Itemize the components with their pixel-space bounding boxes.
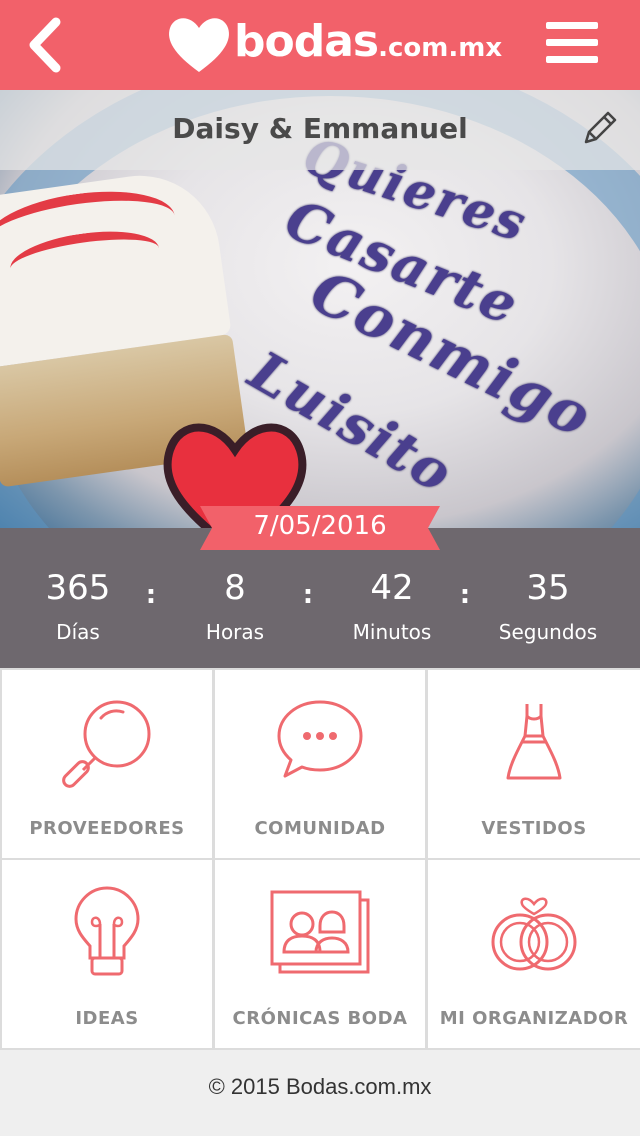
tile-label: MI ORGANIZADOR	[439, 1008, 629, 1029]
countdown-hours: 8 Horas	[205, 568, 265, 644]
tile-mi-organizador[interactable]: MI ORGANIZADOR	[428, 860, 640, 1048]
lightbulb-icon	[74, 886, 140, 976]
hamburger-menu-button[interactable]	[546, 22, 602, 66]
feature-grid: PROVEEDORES COMUNIDAD VESTIDOS IDEAS CRÓ…	[0, 668, 640, 1050]
couple-name: Daisy & Emmanuel	[172, 112, 468, 145]
rings-icon	[491, 897, 577, 971]
wedding-date-ribbon: 7/05/2016	[200, 506, 440, 550]
footer: © 2015 Bodas.com.mx	[0, 1050, 640, 1136]
countdown-separator: :	[145, 580, 157, 610]
tile-proveedores[interactable]: PROVEEDORES	[2, 670, 212, 858]
countdown-minutes: 42 Minutos	[352, 568, 432, 644]
tile-comunidad[interactable]: COMUNIDAD	[215, 670, 425, 858]
tile-vestidos[interactable]: VESTIDOS	[428, 670, 640, 858]
chat-bubble-icon	[277, 700, 363, 778]
countdown-seconds: 35 Segundos	[498, 568, 598, 644]
tile-label: VESTIDOS	[481, 818, 587, 839]
logo-wordmark: bodas.com.mx	[234, 16, 503, 67]
tile-ideas[interactable]: IDEAS	[2, 860, 212, 1048]
couple-name-bar: Daisy & Emmanuel	[0, 90, 640, 170]
countdown-separator: :	[459, 580, 471, 610]
dress-icon	[506, 704, 562, 780]
heart-logo-icon	[169, 18, 229, 72]
copyright-text: © 2015 Bodas.com.mx	[208, 1074, 432, 1099]
back-button[interactable]	[18, 14, 78, 76]
edit-button[interactable]	[580, 108, 620, 148]
photo-couple-icon	[270, 890, 370, 974]
pencil-icon	[584, 111, 617, 144]
wedding-date: 7/05/2016	[253, 511, 387, 541]
tile-label: IDEAS	[75, 1008, 139, 1029]
tile-label: COMUNIDAD	[254, 818, 386, 839]
brand-logo[interactable]: bodas.com.mx	[164, 10, 502, 80]
countdown-separator: :	[302, 580, 314, 610]
top-bar: bodas.com.mx	[0, 0, 640, 90]
tile-cronicas-boda[interactable]: CRÓNICAS BODA	[215, 860, 425, 1048]
chevron-left-icon	[29, 17, 61, 73]
countdown-days: 365 Días	[45, 568, 111, 644]
magnifier-icon	[62, 700, 151, 788]
tile-label: PROVEEDORES	[29, 818, 185, 839]
hamburger-menu-icon	[546, 22, 598, 29]
tile-label: CRÓNICAS BODA	[232, 1008, 408, 1029]
